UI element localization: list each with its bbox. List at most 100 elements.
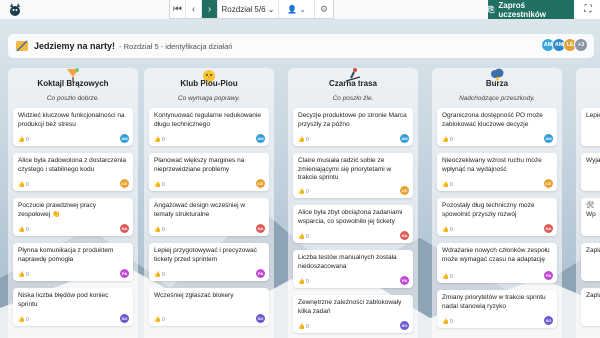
- participant-avatars[interactable]: AM AM LE +3: [541, 38, 588, 52]
- retro-header: Jedziemy na narty! - Rozdział 5 - identy…: [8, 34, 594, 58]
- vote-button[interactable]: 👍 0: [154, 182, 165, 188]
- thumbs-up-icon: 👍: [442, 274, 449, 280]
- card[interactable]: Poczucie prawdziwej pracy zespołowej 👏 👍 0…: [13, 198, 133, 236]
- column-header: Czarna trasa Co poszło źle.: [288, 68, 418, 108]
- card[interactable]: Niska liczba błędów pod koniec sprintu 👍 0…: [13, 288, 133, 326]
- card[interactable]: Zaplan: [581, 288, 600, 326]
- card[interactable]: Kontynuować regularne redukowanie długu …: [149, 108, 269, 146]
- author-avatar: AM: [400, 134, 409, 143]
- card[interactable]: Lepiej przygotowywać i precyzować ticket…: [149, 243, 269, 281]
- column-title: Czarna trasa: [328, 79, 378, 88]
- app-logo-icon[interactable]: [7, 2, 23, 18]
- column-header: Klub Piou-Piou Co wymaga poprawy.: [144, 68, 274, 108]
- card[interactable]: Lepiej: [581, 108, 600, 146]
- column-hint: Co poszło źle.: [332, 95, 374, 102]
- card[interactable]: Widzieć kluczowe funkcjonalności na prod…: [13, 108, 133, 146]
- vote-button[interactable]: 👍 0: [154, 272, 165, 278]
- card[interactable]: Wcześniej zgłaszać blokery 👍 0 SO: [149, 288, 269, 326]
- more-participants-badge[interactable]: +3: [574, 38, 588, 52]
- stage-selector[interactable]: Rozdział 5/6 ⌄: [218, 0, 279, 18]
- author-avatar: NA: [256, 224, 265, 233]
- card[interactable]: Ograniczona dostępność PO może zablokowa…: [437, 108, 557, 146]
- card[interactable]: Pozostały dług techniczny może spowolnić…: [437, 198, 557, 236]
- card-text: Alice była zbyt obciążona zadaniami wspa…: [298, 209, 403, 225]
- card-text: Niska liczba błędów pod koniec sprintu: [18, 292, 109, 308]
- card-text: Płynna komunikacja z produktem naprawdę …: [18, 247, 114, 263]
- card-text: Zaplan: [586, 247, 600, 254]
- settings-button[interactable]: ⚙: [315, 0, 333, 18]
- previous-stage-button[interactable]: ‹: [186, 0, 202, 18]
- vote-button[interactable]: 👍 0: [442, 274, 453, 280]
- thumbs-up-icon: 👍: [442, 319, 449, 325]
- card[interactable]: Claire musiała radzić sobie ze zmieniają…: [293, 153, 413, 198]
- card[interactable]: Zmiany priorytetów w trakcie sprintu nad…: [437, 290, 557, 328]
- column-header: Burza Nadchodzące przeszkody.: [432, 68, 562, 108]
- author-avatar: LE: [544, 179, 553, 188]
- vote-button[interactable]: 👍 0: [18, 182, 29, 188]
- ski-icon: [16, 40, 28, 52]
- vote-count: 0: [305, 137, 309, 143]
- card[interactable]: Alice była zadowolona z dostarczenia czy…: [13, 153, 133, 191]
- vote-button[interactable]: 👍 0: [298, 137, 309, 143]
- card[interactable]: Wdrażanie nowych członków zespołu może w…: [437, 243, 557, 283]
- vote-button[interactable]: 👍 0: [298, 279, 309, 285]
- card-text: Widzieć kluczowe funkcjonalności na prod…: [18, 112, 125, 128]
- vote-button[interactable]: 👍 0: [18, 137, 29, 143]
- thumbs-up-icon: 👍: [154, 137, 161, 143]
- stage-label: Rozdział 5/6: [221, 4, 266, 14]
- vote-button[interactable]: 👍 0: [154, 137, 165, 143]
- card[interactable]: Zewnętrzne zależności zablokowały kilka …: [293, 295, 413, 333]
- fullscreen-button[interactable]: ⛶: [576, 0, 600, 19]
- card-text: Nieoczekiwany wzrost ruchu może wpłynąć …: [442, 157, 542, 173]
- card-text: Zaplan: [586, 292, 600, 299]
- vote-button[interactable]: 👍 0: [298, 189, 309, 195]
- thumbs-up-icon: 👍: [298, 234, 305, 240]
- author-avatar: NA: [544, 224, 553, 233]
- vote-count: 0: [449, 227, 453, 233]
- vote-button[interactable]: 👍 0: [298, 234, 309, 240]
- vote-count: 0: [25, 182, 29, 188]
- card[interactable]: 🛠 Wp: [581, 198, 600, 236]
- vote-count: 0: [305, 234, 309, 240]
- card[interactable]: Płynna komunikacja z produktem naprawdę …: [13, 243, 133, 281]
- card-text: Kontynuować regularne redukowanie długu …: [154, 112, 261, 128]
- vote-button[interactable]: 👍 0: [442, 182, 453, 188]
- card[interactable]: Nieoczekiwany wzrost ruchu może wpłynąć …: [437, 153, 557, 191]
- thumbs-up-icon: 👍: [18, 137, 25, 143]
- invite-participants-button[interactable]: ⎘ Zaproś uczestników: [488, 0, 574, 19]
- card[interactable]: Decyzje produktowe po stronie Marca przy…: [293, 108, 413, 146]
- card[interactable]: Wyja: [581, 153, 600, 191]
- vote-button[interactable]: 👍 0: [18, 317, 29, 323]
- vote-button[interactable]: 👍 0: [154, 227, 165, 233]
- card[interactable]: Zaplan: [581, 243, 600, 281]
- next-stage-button[interactable]: ›: [202, 0, 218, 18]
- vote-count: 0: [161, 317, 165, 323]
- author-avatar: NA: [400, 231, 409, 240]
- card[interactable]: Angażować design wcześniej w tematy stru…: [149, 198, 269, 236]
- vote-button[interactable]: 👍 0: [18, 227, 29, 233]
- invite-label: Zaproś uczestników: [498, 0, 546, 19]
- column-title: Burza: [485, 79, 509, 88]
- card[interactable]: Liczba testów manualnych została niedosz…: [293, 250, 413, 288]
- card[interactable]: Planować większy margines na nieprzewidz…: [149, 153, 269, 191]
- gear-icon: ⚙: [319, 3, 329, 14]
- column-hint: Nadchodzące przeszkody.: [459, 95, 535, 102]
- card[interactable]: Alice była zbyt obciążona zadaniami wspa…: [293, 205, 413, 243]
- vote-button[interactable]: 👍 0: [442, 137, 453, 143]
- share-icon: ⎘: [488, 4, 495, 14]
- vote-button[interactable]: 👍 0: [154, 317, 165, 323]
- first-stage-button[interactable]: ⏮: [170, 0, 186, 18]
- column-header: Koktajl Brązowych Co poszło dobrze.: [8, 68, 138, 108]
- vote-count: 0: [161, 137, 165, 143]
- author-avatar: PA: [256, 269, 265, 278]
- card-text: Wcześniej zgłaszać blokery: [154, 292, 234, 299]
- card-text: Ograniczona dostępność PO może zablokowa…: [442, 112, 543, 128]
- vote-button[interactable]: 👍 0: [298, 324, 309, 330]
- participants-menu[interactable]: 👤 ⌄: [279, 0, 315, 18]
- vote-button[interactable]: 👍 0: [442, 319, 453, 325]
- vote-button[interactable]: 👍 0: [18, 272, 29, 278]
- thumbs-up-icon: 👍: [154, 182, 161, 188]
- thumbs-up-icon: 👍: [18, 182, 25, 188]
- vote-button[interactable]: 👍 0: [442, 227, 453, 233]
- author-avatar: SO: [120, 314, 129, 323]
